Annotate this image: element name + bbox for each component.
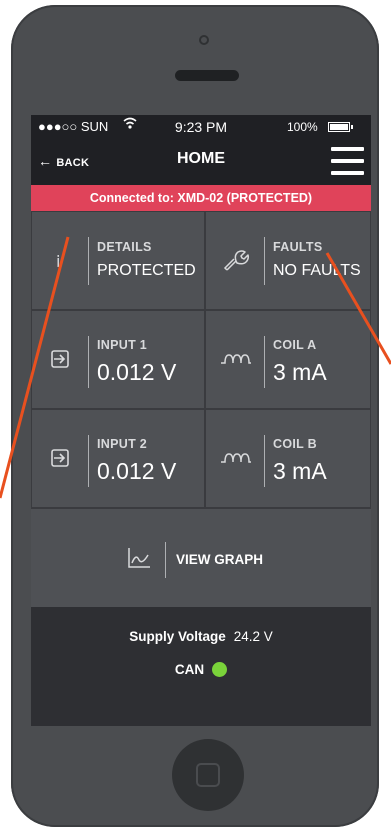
input-icon	[50, 448, 70, 473]
hamburger-icon[interactable]	[331, 147, 364, 177]
supply-label: Supply Voltage	[129, 629, 226, 644]
tile-divider	[88, 237, 89, 285]
coilB-tile[interactable]: COIL B 3 mA	[205, 409, 371, 508]
supply-value: 24.2 V	[233, 629, 273, 644]
input2-tile[interactable]: INPUT 2 0.012 V	[31, 409, 205, 508]
graph-divider	[165, 542, 166, 578]
faults-value: NO FAULTS	[273, 262, 361, 279]
camera	[199, 35, 209, 45]
faults-tile[interactable]: FAULTS NO FAULTS	[205, 211, 371, 310]
tile-divider	[88, 336, 89, 388]
home-button[interactable]	[172, 739, 244, 811]
input2-label: INPUT 2	[97, 437, 148, 451]
coilA-label: COIL A	[273, 338, 317, 352]
input1-label: INPUT 1	[97, 338, 148, 352]
details-value: PROTECTED	[97, 262, 196, 279]
can-status: CAN	[31, 662, 371, 677]
chart-icon	[127, 547, 151, 574]
coil-icon	[220, 450, 252, 469]
coil-icon	[220, 351, 252, 370]
coilA-tile[interactable]: COIL A 3 mA	[205, 310, 371, 409]
coilB-label: COIL B	[273, 437, 317, 451]
can-label: CAN	[174, 662, 205, 677]
input2-value: 0.012 V	[97, 458, 177, 484]
can-status-indicator	[212, 662, 228, 677]
coilB-value: 3 mA	[273, 458, 327, 484]
details-label: DETAILS	[97, 240, 152, 254]
view-graph-label: VIEW GRAPH	[176, 552, 264, 567]
details-tile[interactable]: ⅰ DETAILS PROTECTED	[31, 211, 205, 310]
info-icon: ⅰ	[56, 254, 61, 271]
input1-value: 0.012 V	[97, 359, 177, 385]
app-screen: ●●●○○ SUN 9:23 PM 100% ← BACK HOME Connec…	[31, 115, 371, 726]
tile-divider	[264, 336, 265, 388]
supply-voltage: Supply Voltage 24.2 V	[31, 629, 371, 644]
nav-bar: ← BACK HOME	[31, 139, 371, 185]
input1-tile[interactable]: INPUT 1 0.012 V	[31, 310, 205, 409]
input-icon	[50, 349, 70, 374]
wrench-icon	[223, 248, 249, 279]
home-square-icon	[196, 763, 220, 787]
tile-divider	[264, 435, 265, 487]
battery-percent: 100%	[287, 120, 318, 134]
faults-label: FAULTS	[273, 240, 323, 254]
speaker-grille	[175, 70, 239, 81]
battery-icon	[328, 122, 353, 132]
tile-divider	[264, 237, 265, 285]
tile-divider	[88, 435, 89, 487]
status-time: 9:23 PM	[174, 119, 228, 135]
view-graph-button[interactable]: VIEW GRAPH	[31, 508, 371, 607]
connection-banner: Connected to: XMD-02 (PROTECTED)	[31, 185, 371, 211]
status-bar: ●●●○○ SUN 9:23 PM 100%	[31, 115, 371, 139]
status-footer: Supply Voltage 24.2 V CAN	[31, 607, 371, 726]
coilA-value: 3 mA	[273, 359, 327, 385]
page-title: HOME	[177, 150, 225, 167]
